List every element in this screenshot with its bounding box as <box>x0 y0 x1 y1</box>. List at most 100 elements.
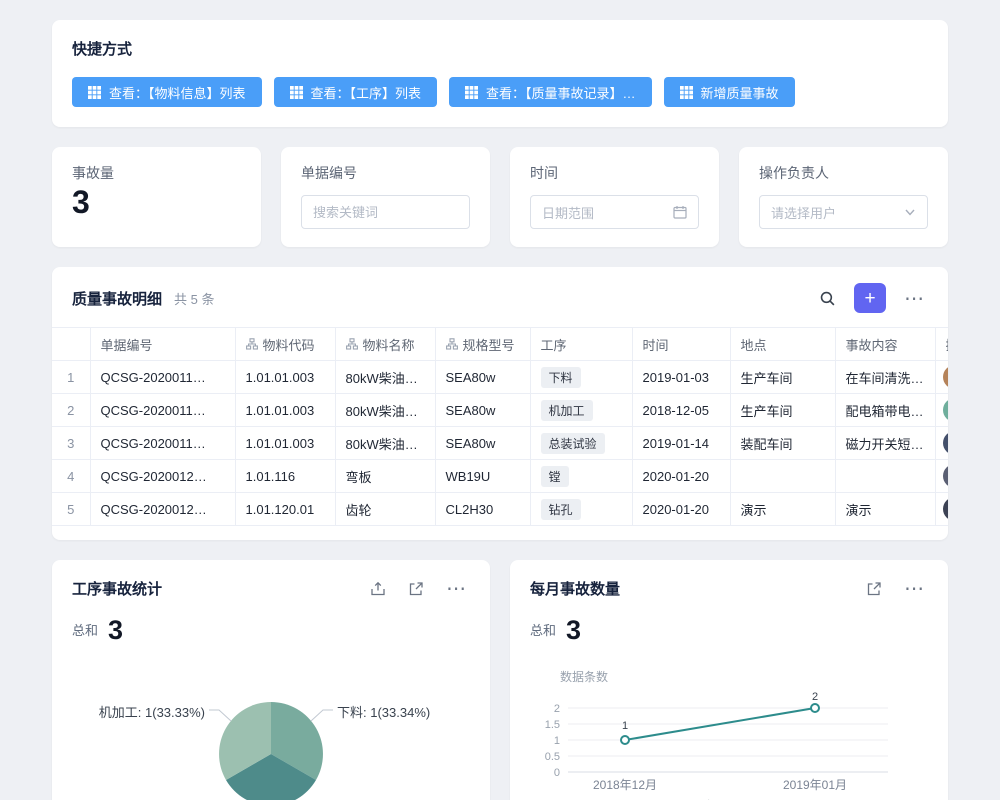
cell-place: 装配车间 <box>730 427 835 460</box>
accident-count-value: 3 <box>72 185 241 220</box>
shortcut-view-process-list-button[interactable]: 查看：【工序】列表 <box>274 77 438 107</box>
cell-content <box>835 460 935 493</box>
add-record-button[interactable]: + <box>854 283 886 313</box>
shortcut-new-accident-button[interactable]: 新增质量事故 <box>664 77 795 107</box>
open-chart-button[interactable] <box>404 577 428 601</box>
row-number: 1 <box>52 361 90 394</box>
shortcut-label: 新增质量事故 <box>701 83 779 102</box>
table-row[interactable]: 3 QCSG-2020011… 1.01.01.003 80kW柴油… SEA8… <box>52 427 948 460</box>
cell-material-code: 1.01.01.003 <box>235 394 335 427</box>
pie-chart-title: 工序事故统计 <box>72 578 162 599</box>
date-range-picker[interactable]: 日期范围 <box>530 195 699 229</box>
relation-icon <box>246 338 258 350</box>
cell-material-name: 弯板 <box>335 460 435 493</box>
cell-content: 在车间清洗… <box>835 361 935 394</box>
cell-operator <box>935 427 948 460</box>
doc-number-search-box[interactable] <box>301 195 470 229</box>
cell-process: 镗 <box>530 460 632 493</box>
accident-count-label: 事故量 <box>72 163 241 183</box>
y-axis-title: 数据条数 <box>560 668 928 685</box>
col-place: 地点 <box>730 328 835 361</box>
row-number-header <box>52 328 90 361</box>
calendar-icon <box>673 205 687 219</box>
avatar <box>942 496 949 522</box>
cell-time: 2019-01-14 <box>632 427 730 460</box>
col-material-name: 物料名称 <box>335 328 435 361</box>
cell-process: 总装试验 <box>530 427 632 460</box>
cell-place <box>730 460 835 493</box>
shortcut-view-accident-records-button[interactable]: 查看：【质量事故记录】… <box>449 77 652 107</box>
data-point <box>811 704 819 712</box>
cell-doc-number: QCSG-2020012… <box>90 460 235 493</box>
x-tick: 2018年12月 <box>593 778 657 792</box>
line-chart-title: 每月事故数量 <box>530 578 620 599</box>
relation-icon <box>446 338 458 350</box>
cell-doc-number: QCSG-2020011… <box>90 361 235 394</box>
grid-icon <box>290 86 303 99</box>
open-in-new-icon <box>866 581 882 597</box>
cell-place: 生产车间 <box>730 361 835 394</box>
process-accident-chart-card: 工序事故统计 ⋯ 总和 3 <box>52 560 490 800</box>
row-number: 5 <box>52 493 90 526</box>
data-point <box>621 736 629 744</box>
line-total-value: 3 <box>566 617 581 644</box>
table-search-button[interactable] <box>815 286 840 311</box>
table-row[interactable]: 1 QCSG-2020011… 1.01.01.003 80kW柴油… SEA8… <box>52 361 948 394</box>
process-tag: 下料 <box>541 367 581 388</box>
cell-content: 配电箱带电… <box>835 394 935 427</box>
data-label: 1 <box>622 720 628 732</box>
line-chart-more-menu[interactable]: ⋯ <box>900 576 928 601</box>
col-doc-number: 单据编号 <box>90 328 235 361</box>
line-total-label: 总和 <box>530 620 556 644</box>
pie-total-value: 3 <box>108 617 123 644</box>
pie-callout-line <box>209 710 231 721</box>
cell-place: 演示 <box>730 493 835 526</box>
operator-filter-label: 操作负责人 <box>759 163 928 183</box>
line-chart-header: 每月事故数量 ⋯ <box>510 560 948 601</box>
time-filter-label: 时间 <box>530 163 699 183</box>
x-tick: 2019年01月 <box>783 778 847 792</box>
line-total: 总和 3 <box>510 617 948 644</box>
table-more-menu[interactable]: ⋯ <box>900 286 928 311</box>
search-icon <box>819 290 836 307</box>
table-row[interactable]: 2 QCSG-2020011… 1.01.01.003 80kW柴油… SEA8… <box>52 394 948 427</box>
relation-icon <box>346 338 358 350</box>
table-row[interactable]: 4 QCSG-2020012… 1.01.116 弯板 WB19U 镗 2020… <box>52 460 948 493</box>
export-chart-button[interactable] <box>366 577 390 601</box>
shortcut-view-material-list-button[interactable]: 查看：【物料信息】列表 <box>72 77 262 107</box>
pie-label-xialiao: 下料: 1(33.34%) <box>337 702 430 721</box>
cell-time: 2020-01-20 <box>632 460 730 493</box>
avatar <box>942 463 949 489</box>
line-chart: 数据条数 2 1.5 1 0.5 0 1 2 <box>510 668 948 800</box>
table-toolbar: 质量事故明细 共 5 条 + ⋯ <box>52 267 948 327</box>
y-tick: 1 <box>554 735 560 747</box>
cell-operator <box>935 460 948 493</box>
cell-doc-number: QCSG-2020012… <box>90 493 235 526</box>
doc-number-filter-card: 单据编号 <box>281 147 490 247</box>
shortcut-button-row: 查看：【物料信息】列表 查看：【工序】列表 查看：【质量事故记录】… 新增质量事… <box>72 77 928 107</box>
line-chart-svg: 2 1.5 1 0.5 0 1 2 2018年12月 2019年01月 <box>530 691 928 793</box>
table-header-row: 单据编号 物料代码 物料名称 规格型号 工序 时间 地点 事故内容 操作 <box>52 328 948 361</box>
cell-material-code: 1.01.120.01 <box>235 493 335 526</box>
cell-material-name: 80kW柴油… <box>335 427 435 460</box>
doc-number-search-input[interactable] <box>313 205 458 220</box>
date-range-placeholder: 日期范围 <box>542 203 594 222</box>
table-title: 质量事故明细 <box>72 288 162 309</box>
cell-content: 磁力开关短… <box>835 427 935 460</box>
shortcut-label: 查看：【质量事故记录】… <box>486 83 636 102</box>
cell-time: 2020-01-20 <box>632 493 730 526</box>
row-number: 2 <box>52 394 90 427</box>
pie-chart-more-menu[interactable]: ⋯ <box>442 576 470 601</box>
operator-select[interactable]: 请选择用户 <box>759 195 928 229</box>
cell-process: 钻孔 <box>530 493 632 526</box>
chevron-down-icon <box>904 206 916 218</box>
col-time: 时间 <box>632 328 730 361</box>
time-filter-card: 时间 日期范围 <box>510 147 719 247</box>
y-tick: 1.5 <box>545 719 560 731</box>
process-tag: 机加工 <box>541 400 593 421</box>
operator-filter-card: 操作负责人 请选择用户 <box>739 147 948 247</box>
cell-material-name: 齿轮 <box>335 493 435 526</box>
table-row[interactable]: 5 QCSG-2020012… 1.01.120.01 齿轮 CL2H30 钻孔… <box>52 493 948 526</box>
pie-callout-line <box>311 710 333 721</box>
open-chart-button[interactable] <box>862 577 886 601</box>
